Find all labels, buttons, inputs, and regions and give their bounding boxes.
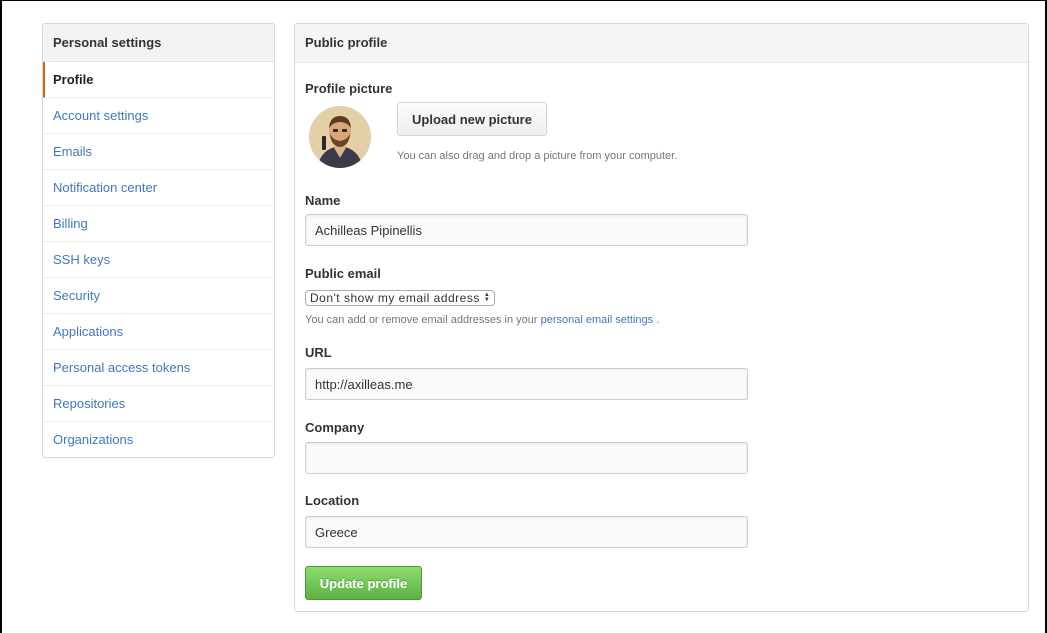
profile-picture-label: Profile picture [305, 81, 393, 96]
personal-email-settings-link[interactable]: personal email settings [541, 314, 654, 326]
upload-picture-button[interactable]: Upload new picture [397, 102, 547, 136]
sidebar-item-repositories[interactable]: Repositories [43, 386, 274, 422]
upload-hint: You can also drag and drop a picture fro… [397, 150, 678, 162]
avatar-image [309, 106, 371, 168]
sidebar-item-account-settings[interactable]: Account settings [43, 98, 274, 134]
public-email-label: Public email [305, 266, 381, 281]
settings-sidebar: Personal settings Profile Account settin… [42, 23, 275, 458]
email-hint: You can add or remove email addresses in… [305, 314, 659, 326]
url-label: URL [305, 345, 332, 360]
sidebar-item-personal-access-tokens[interactable]: Personal access tokens [43, 350, 274, 386]
page-title: Public profile [295, 24, 1028, 63]
sidebar-item-notification-center[interactable]: Notification center [43, 170, 274, 206]
sidebar-item-security[interactable]: Security [43, 278, 274, 314]
sidebar-item-billing[interactable]: Billing [43, 206, 274, 242]
select-arrows-icon: ▲ ▼ [483, 292, 491, 303]
location-label: Location [305, 493, 360, 508]
name-field[interactable] [305, 214, 748, 246]
email-hint-suffix: . [656, 314, 660, 326]
url-field[interactable] [305, 368, 748, 400]
update-profile-button[interactable]: Update profile [305, 566, 422, 600]
email-hint-text: You can add or remove email addresses in… [305, 314, 538, 326]
avatar [309, 106, 371, 168]
sidebar-item-ssh-keys[interactable]: SSH keys [43, 242, 274, 278]
company-field[interactable] [305, 442, 748, 474]
name-label: Name [305, 193, 341, 208]
sidebar-item-profile[interactable]: Profile [43, 62, 274, 98]
company-label: Company [305, 420, 365, 435]
location-field[interactable] [305, 516, 748, 548]
public-email-select[interactable]: Don't show my email address ▲ ▼ [305, 290, 496, 306]
public-email-selected: Don't show my email address [310, 291, 480, 305]
public-profile-panel: Public profile Profile picture Upload ne… [294, 23, 1029, 612]
sidebar-item-emails[interactable]: Emails [43, 134, 274, 170]
sidebar-item-applications[interactable]: Applications [43, 314, 274, 350]
sidebar-item-organizations[interactable]: Organizations [43, 422, 274, 457]
sidebar-title: Personal settings [43, 24, 274, 62]
